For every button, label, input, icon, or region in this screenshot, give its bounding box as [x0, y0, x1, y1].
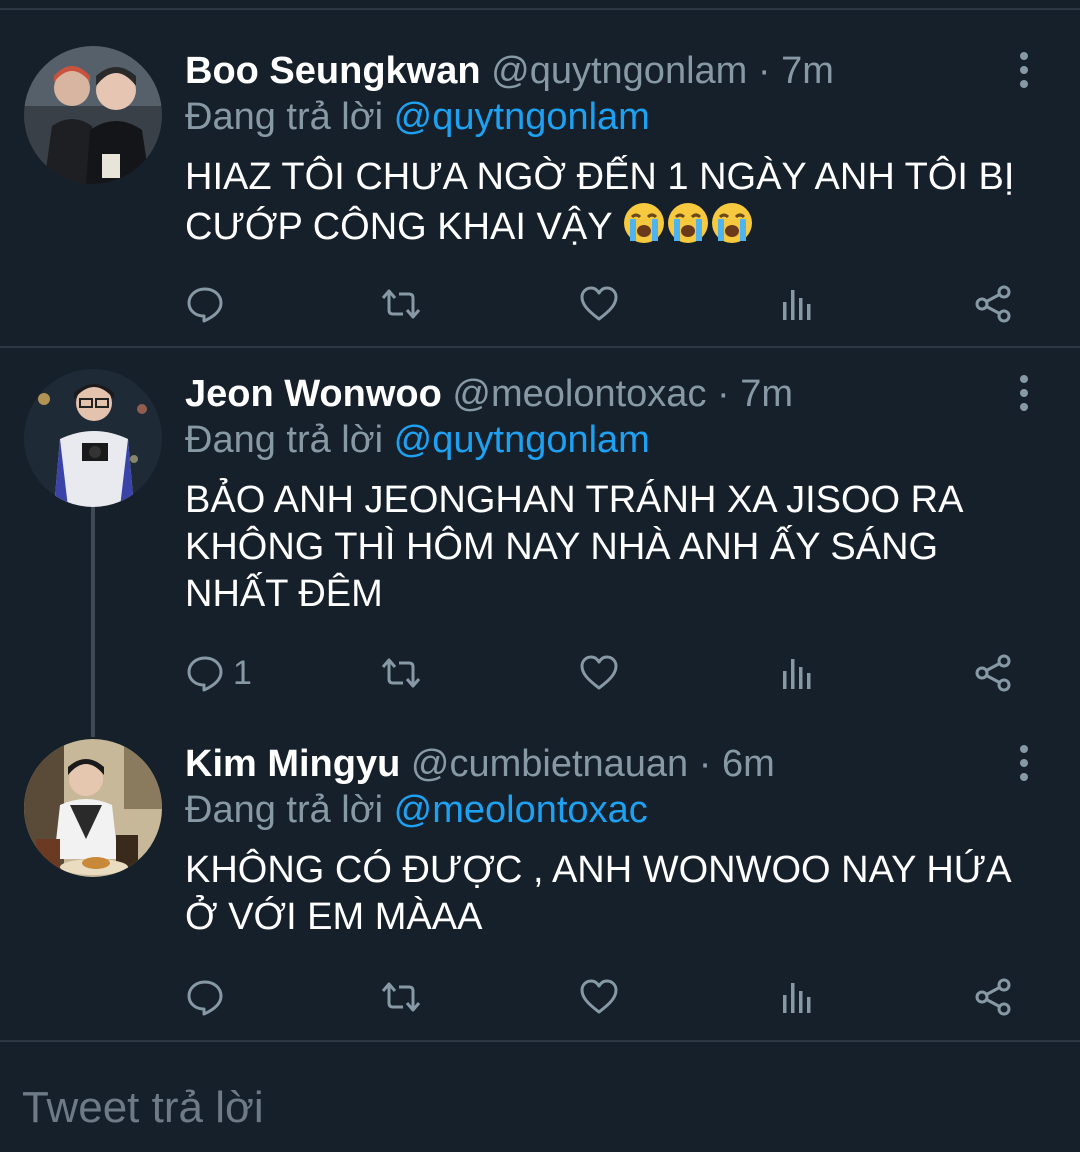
share-button[interactable] [973, 973, 1013, 1021]
retweet-icon [381, 982, 421, 1012]
display-name[interactable]: Kim Mingyu [185, 743, 400, 785]
replying-label: Đang trả lời [185, 789, 384, 831]
crying-face-icon [622, 201, 666, 257]
tweet-actions: 1 [185, 649, 1025, 697]
user-handle[interactable]: @cumbietnauan [411, 743, 688, 785]
analytics-button[interactable] [777, 973, 817, 1021]
replying-mention[interactable]: @quytngonlam [394, 96, 650, 138]
tweet-header: Kim Mingyu @cumbietnauan · 6m [185, 739, 1000, 789]
tweet-actions [185, 973, 1025, 1021]
user-handle[interactable]: @quytngonlam [491, 50, 747, 92]
share-button[interactable] [973, 280, 1013, 328]
retweet-icon [381, 289, 421, 319]
timestamp[interactable]: 6m [722, 743, 775, 785]
analytics-icon [783, 290, 811, 320]
avatar[interactable] [24, 369, 162, 507]
retweet-button[interactable] [381, 973, 421, 1021]
tweet-actions [185, 280, 1025, 328]
display-name[interactable]: Boo Seungkwan [185, 50, 481, 92]
replying-mention[interactable]: @meolontoxac [394, 789, 648, 831]
like-icon [580, 979, 618, 1014]
tweet-text: KHÔNG CÓ ĐƯỢC , ANH WONWOO NAY HỨA Ở VỚI… [185, 849, 1010, 938]
tweet-3[interactable]: Kim Mingyu @cumbietnauan · 6m Đang trả l… [0, 739, 1080, 1039]
reply-composer[interactable]: Tweet trả lời [0, 1040, 1080, 1152]
reply-button[interactable] [185, 973, 233, 1021]
analytics-icon [783, 659, 811, 689]
retweet-button[interactable] [381, 280, 421, 328]
tweet-text: BẢO ANH JEONGHAN TRÁNH XA JISOO RA KHÔNG… [185, 479, 962, 615]
like-button[interactable] [579, 973, 619, 1021]
crying-face-icon [666, 201, 710, 257]
timestamp[interactable]: 7m [740, 373, 793, 415]
reply-input[interactable]: Tweet trả lời [22, 1080, 264, 1136]
composer-divider [0, 1040, 1080, 1042]
more-icon[interactable] [1004, 373, 1044, 413]
tweet-2[interactable]: Jeon Wonwoo @meolontoxac · 7m Đang trả l… [0, 369, 1080, 709]
tweet-header: Boo Seungkwan @quytngonlam · 7m [185, 46, 1000, 96]
tweet-text-content: HIAZ TÔI CHƯA NGỜ ĐẾN 1 NGÀY ANH TÔI BỊ … [185, 156, 1015, 248]
crying-face-icon [710, 201, 754, 257]
analytics-button[interactable] [777, 649, 817, 697]
like-icon [580, 655, 618, 690]
retweet-button[interactable] [381, 649, 421, 697]
avatar[interactable] [24, 46, 162, 184]
retweet-icon [381, 658, 421, 688]
timestamp[interactable]: 7m [781, 50, 834, 92]
share-button[interactable] [973, 649, 1013, 697]
avatar[interactable] [24, 739, 162, 877]
reply-icon [187, 656, 223, 692]
reply-icon [187, 287, 223, 323]
replying-to: Đang trả lời @quytngonlam [185, 92, 1020, 142]
reply-button[interactable]: 1 [185, 649, 252, 697]
like-button[interactable] [579, 649, 619, 697]
display-name[interactable]: Jeon Wonwoo [185, 373, 442, 415]
tweet-text: HIAZ TÔI CHƯA NGỜ ĐẾN 1 NGÀY ANH TÔI BỊ … [185, 154, 1040, 257]
reply-button[interactable] [185, 280, 233, 328]
reply-count: 1 [233, 653, 252, 692]
tweet-1[interactable]: Boo Seungkwan @quytngonlam · 7m Đang trả… [0, 46, 1080, 346]
more-icon[interactable] [1004, 743, 1044, 783]
share-icon [975, 285, 1011, 323]
replying-mention[interactable]: @quytngonlam [394, 419, 650, 461]
tweet-header: Jeon Wonwoo @meolontoxac · 7m [185, 369, 1000, 419]
user-handle[interactable]: @meolontoxac [452, 373, 706, 415]
separator-dot: · [757, 50, 771, 92]
replying-to: Đang trả lời @meolontoxac [185, 785, 1020, 835]
replying-to: Đang trả lời @quytngonlam [185, 415, 1020, 465]
like-button[interactable] [579, 280, 619, 328]
top-divider [0, 8, 1080, 10]
reply-icon [187, 980, 223, 1016]
separator-dot: · [717, 373, 730, 415]
analytics-button[interactable] [777, 280, 817, 328]
share-icon [975, 654, 1011, 692]
separator-dot: · [698, 743, 712, 785]
analytics-icon [783, 983, 811, 1013]
replying-label: Đang trả lời [185, 96, 384, 138]
more-icon[interactable] [1004, 50, 1044, 90]
share-icon [975, 978, 1011, 1016]
like-icon [580, 286, 618, 321]
replying-label: Đang trả lời [185, 419, 384, 461]
tweet-divider [0, 346, 1080, 348]
